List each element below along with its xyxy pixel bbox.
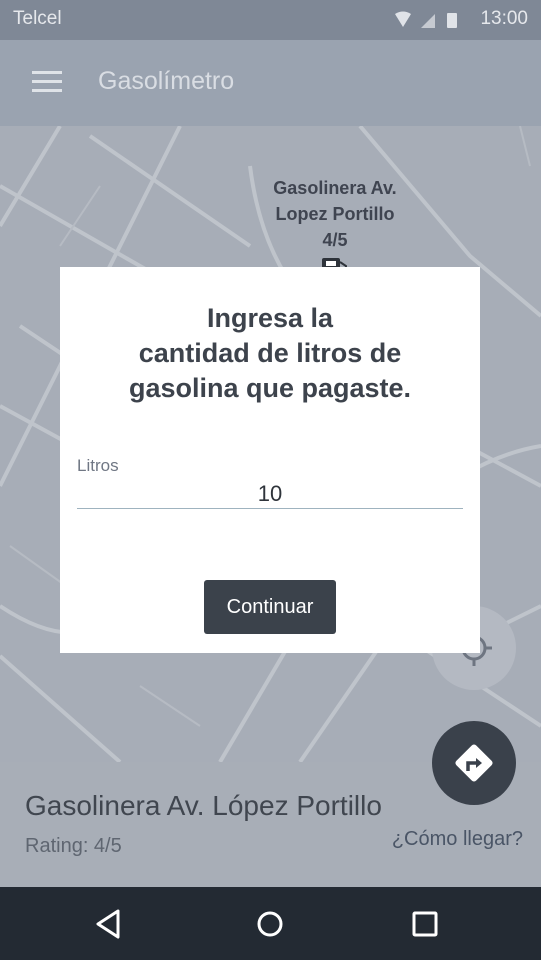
battery-icon — [447, 13, 457, 28]
carrier-name: Telcel — [13, 8, 62, 29]
liters-dialog: Ingresa la cantidad de litros de gasolin… — [60, 267, 480, 653]
dialog-title: Ingresa la cantidad de litros de gasolin… — [80, 301, 460, 406]
liters-field-label: Litros — [77, 456, 119, 475]
status-bar: Telcel 13:00 — [0, 0, 541, 40]
hamburger-menu-icon[interactable] — [30, 67, 64, 97]
station-marker-label[interactable]: Gasolinera Av. Lopez Portillo 4/5 — [235, 175, 435, 253]
liters-input[interactable] — [77, 479, 463, 509]
app-title: Gasolímetro — [98, 67, 235, 95]
directions-icon — [455, 744, 493, 782]
station-rating: Rating: 4/5 — [25, 835, 122, 857]
dialog-title-line3: gasolina que pagaste. — [128, 373, 412, 403]
system-navigation-bar — [0, 887, 541, 960]
marker-rating: 4/5 — [322, 230, 348, 250]
continue-button[interactable]: Continuar — [204, 580, 336, 634]
marker-name-line1: Gasolinera Av. — [273, 178, 397, 198]
app-bar: Gasolímetro — [0, 40, 541, 126]
dialog-title-line1: Ingresa la — [206, 303, 334, 333]
directions-link[interactable]: ¿Cómo llegar? — [392, 828, 523, 851]
home-icon[interactable] — [251, 905, 289, 943]
directions-button[interactable] — [432, 721, 516, 805]
wifi-icon — [395, 11, 411, 27]
station-name: Gasolinera Av. López Portillo — [25, 790, 382, 821]
dialog-title-line2: cantidad de litros de — [138, 338, 402, 368]
marker-name-line2: Lopez Portillo — [275, 204, 395, 224]
signal-icon — [421, 14, 435, 28]
back-icon[interactable] — [89, 905, 127, 943]
recents-icon[interactable] — [406, 905, 444, 943]
status-icons — [395, 11, 457, 28]
clock: 13:00 — [480, 8, 528, 29]
